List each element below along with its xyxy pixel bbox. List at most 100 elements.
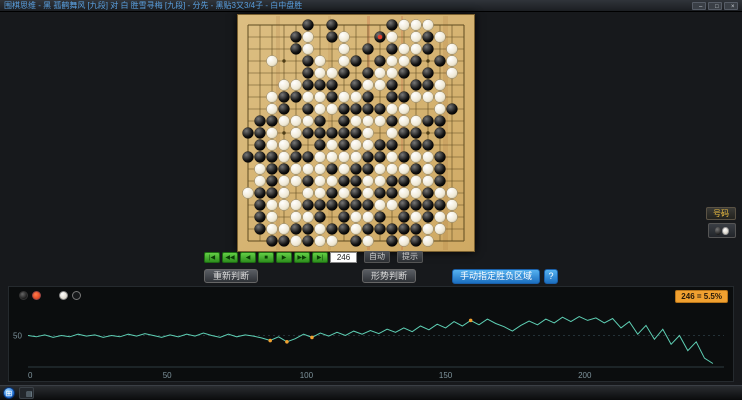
rejudge-button[interactable]: 重新判断 [204, 269, 259, 283]
black-stone [278, 163, 290, 175]
y-tick: 50 [13, 332, 22, 341]
white-stone [374, 79, 386, 91]
go-end-button[interactable]: ▶| [312, 251, 328, 263]
white-stone [350, 91, 362, 103]
black-stone [362, 43, 374, 55]
black-stone [338, 139, 350, 151]
window-controls: – □ × [692, 1, 738, 10]
black-stone [302, 67, 314, 79]
black-stone [302, 175, 314, 187]
black-stone [266, 187, 278, 199]
maximize-button[interactable]: □ [708, 1, 722, 10]
white-stone [266, 103, 278, 115]
winrate-chart[interactable]: 0 50 100 150 200 50 [10, 299, 732, 381]
close-button[interactable]: × [724, 1, 738, 10]
white-stone [434, 223, 446, 235]
black-stone [410, 139, 422, 151]
white-stone [290, 235, 302, 247]
black-stone [338, 115, 350, 127]
go-board[interactable] [237, 14, 475, 252]
white-stone [446, 43, 458, 55]
white-stone [314, 103, 326, 115]
manual-area-button[interactable]: 手动指定胜负区域 [452, 269, 541, 284]
black-stone [398, 175, 410, 187]
white-stone [434, 31, 446, 43]
white-stone [422, 175, 434, 187]
black-stone [386, 43, 398, 55]
black-stone [326, 91, 338, 103]
white-stone [386, 67, 398, 79]
black-stone [386, 223, 398, 235]
white-stone [362, 79, 374, 91]
white-stone [374, 67, 386, 79]
marked-move-point [285, 340, 289, 344]
white-stone [386, 127, 398, 139]
white-stone [338, 91, 350, 103]
stop-button[interactable]: ■ [258, 251, 274, 263]
white-stone [338, 55, 350, 67]
white-stone [278, 139, 290, 151]
black-stone [398, 91, 410, 103]
black-stone [302, 223, 314, 235]
move-numbers-button[interactable]: 号码 [706, 207, 736, 220]
white-stone [278, 199, 290, 211]
auto-play-button[interactable]: 自动 [364, 251, 390, 263]
judge-button[interactable]: 形势判断 [362, 269, 417, 283]
black-stone [254, 127, 266, 139]
white-winrate-radio[interactable] [72, 291, 81, 300]
back-button[interactable]: ◀ [240, 251, 256, 263]
white-stone [290, 199, 302, 211]
white-stone [302, 91, 314, 103]
black-stone [434, 127, 446, 139]
black-stone [314, 139, 326, 151]
black-stone [314, 199, 326, 211]
help-button[interactable]: ? [544, 269, 558, 284]
stones-toggle-button[interactable] [708, 223, 736, 238]
black-stone [362, 163, 374, 175]
black-winrate-radio[interactable] [32, 291, 41, 300]
black-stone [362, 223, 374, 235]
black-stone [362, 199, 374, 211]
start-button[interactable]: ⊞ [3, 387, 15, 399]
minimize-button[interactable]: – [692, 1, 706, 10]
black-stone [422, 211, 434, 223]
white-stone [326, 139, 338, 151]
white-stone [302, 187, 314, 199]
white-stone [410, 19, 422, 31]
black-stone [398, 151, 410, 163]
black-stone [374, 223, 386, 235]
titlebar: 围棋思维 - 黑 孤鹤舞风 [九段] 对 白 胜雪寻梅 [九段] - 分先 - … [0, 0, 742, 12]
taskbar: ⊞ ▤ [0, 385, 742, 400]
white-stone [422, 91, 434, 103]
fast-forward-button[interactable]: ▶▶ [294, 251, 310, 263]
white-stone [338, 31, 350, 43]
white-stone [314, 151, 326, 163]
white-stone [290, 127, 302, 139]
black-stone [410, 235, 422, 247]
white-stone [278, 175, 290, 187]
white-stone [398, 55, 410, 67]
taskbar-icon[interactable]: ▤ [19, 387, 34, 399]
black-stone [434, 175, 446, 187]
move-number-input[interactable] [330, 251, 357, 263]
white-stone [410, 211, 422, 223]
black-stone [398, 223, 410, 235]
white-stone [302, 163, 314, 175]
black-stone [410, 127, 422, 139]
black-stone [422, 31, 434, 43]
fast-back-button[interactable]: ◀◀ [222, 251, 238, 263]
white-stone [254, 163, 266, 175]
white-stone [314, 163, 326, 175]
go-start-button[interactable]: |◀ [204, 251, 220, 263]
white-stone [374, 115, 386, 127]
black-stone [422, 79, 434, 91]
white-stone [422, 163, 434, 175]
black-stone [314, 79, 326, 91]
white-stone [278, 223, 290, 235]
black-stone [422, 187, 434, 199]
black-stone [314, 127, 326, 139]
forward-button[interactable]: ▶ [276, 251, 292, 263]
hint-button[interactable]: 提示 [397, 251, 423, 263]
black-stone [362, 67, 374, 79]
white-stone [410, 91, 422, 103]
